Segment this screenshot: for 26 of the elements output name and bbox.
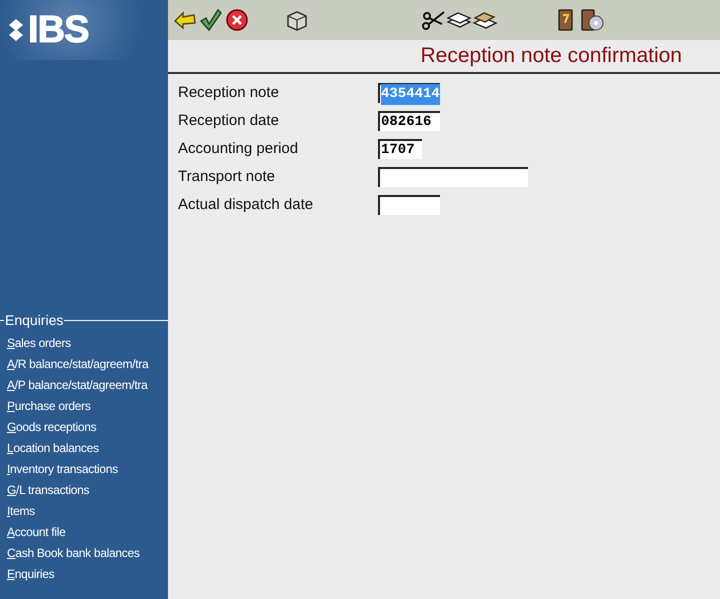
field-label: Actual dispatch date (178, 194, 314, 215)
section-heading: Enquiries (4, 311, 64, 330)
sidebar-link[interactable]: Inventory transactions (0, 459, 168, 480)
input-field[interactable] (378, 195, 440, 215)
field-label: Reception note (178, 82, 280, 103)
cancel-icon[interactable] (224, 7, 250, 33)
sidebar-link[interactable]: Items (0, 501, 168, 522)
input-field[interactable]: 082616 (378, 111, 440, 131)
field-label: Accounting period (178, 138, 300, 159)
check-icon[interactable] (198, 7, 224, 33)
sidebar-link[interactable]: G/L transactions (0, 480, 168, 501)
input-field[interactable] (378, 167, 528, 187)
sidebar-link[interactable]: Sales orders (0, 333, 168, 354)
sidebar-link[interactable]: A/P balance/stat/agreem/tra (0, 375, 168, 396)
sidebar-link[interactable]: Account file (0, 522, 168, 543)
sidebar-link[interactable]: Enquiries (0, 564, 168, 585)
sidebar-link[interactable]: A/R balance/stat/agreem/tra (0, 354, 168, 375)
sidebar-link[interactable]: Cash Book bank balances (0, 543, 168, 564)
sidebar-link[interactable]: Goods receptions (0, 417, 168, 438)
sidebar-link[interactable]: Purchase orders (0, 396, 168, 417)
field-label: Reception date (178, 110, 280, 131)
field-label: Transport note (178, 166, 276, 187)
input-field[interactable]: 1707 (378, 139, 422, 159)
sidebar-link[interactable]: Location balances (0, 438, 168, 459)
page-title: Reception note confirmation (420, 43, 682, 70)
book-disc-icon[interactable] (579, 7, 605, 33)
